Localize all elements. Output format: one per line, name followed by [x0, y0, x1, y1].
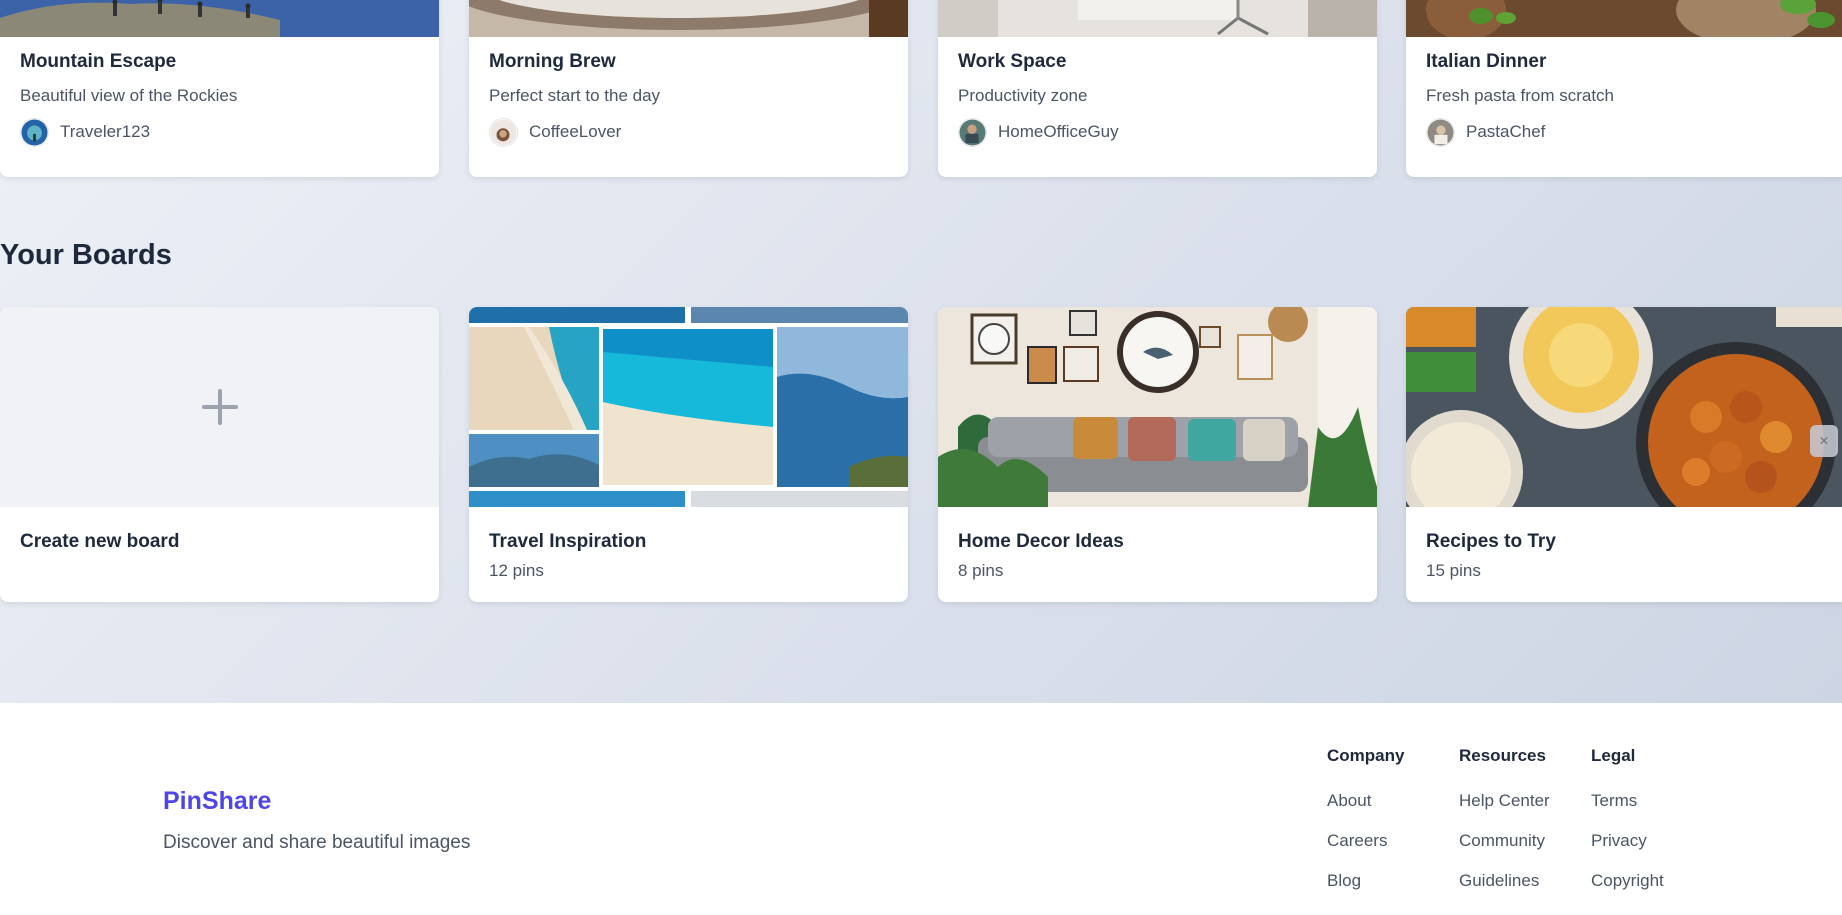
author-name: PastaChef	[1466, 122, 1546, 141]
section-title: Your Boards	[0, 239, 172, 271]
pin-author[interactable]: CoffeeLover	[489, 117, 621, 147]
pin-author[interactable]: Traveler123	[20, 117, 150, 147]
avatar	[1426, 117, 1455, 147]
board-title: Home Decor Ideas	[958, 531, 1124, 552]
footer-column-heading: Legal	[1591, 746, 1636, 765]
footer-link-privacy[interactable]: Privacy	[1591, 831, 1664, 852]
footer-column-legal: Legal Terms Privacy Copyright	[1591, 746, 1664, 911]
pin-image[interactable]	[0, 0, 439, 37]
main-content: Mountain Escape Beautiful view of the Ro…	[0, 0, 1842, 703]
pin-title: Mountain Escape	[20, 51, 177, 72]
avatar	[20, 117, 49, 147]
pin-image[interactable]	[469, 0, 908, 37]
board-pin-count: 15 pins	[1426, 561, 1481, 580]
pin-description: Beautiful view of the Rockies	[20, 86, 238, 105]
pin-description: Productivity zone	[958, 86, 1088, 105]
footer-link-about[interactable]: About	[1327, 791, 1404, 812]
scroll-right-button[interactable]: ✕	[1810, 425, 1838, 457]
chevron-right-icon: ✕	[1818, 434, 1830, 448]
footer-column-heading: Company	[1327, 746, 1405, 765]
avatar	[489, 117, 518, 147]
board-cover	[938, 307, 1377, 507]
create-board-card[interactable]: Create new board	[0, 307, 439, 602]
pin-card[interactable]: Morning Brew Perfect start to the day Co…	[469, 0, 908, 177]
board-card[interactable]: Travel Inspiration 12 pins	[469, 307, 908, 602]
pin-card[interactable]: Work Space Productivity zone HomeOfficeG…	[938, 0, 1377, 177]
pin-author[interactable]: HomeOfficeGuy	[958, 117, 1119, 147]
board-card[interactable]: ✕ Recipes to Try 15 pins	[1406, 307, 1842, 602]
author-name: CoffeeLover	[529, 122, 622, 141]
pin-image[interactable]	[938, 0, 1377, 37]
pin-title: Morning Brew	[489, 51, 616, 72]
footer-column-resources: Resources Help Center Community Guidelin…	[1459, 746, 1550, 911]
footer-link-terms[interactable]: Terms	[1591, 791, 1664, 812]
pin-author[interactable]: PastaChef	[1426, 117, 1545, 147]
pin-description: Perfect start to the day	[489, 86, 661, 105]
board-card[interactable]: Home Decor Ideas 8 pins	[938, 307, 1377, 602]
pin-description: Fresh pasta from scratch	[1426, 86, 1615, 105]
pin-title: Italian Dinner	[1426, 51, 1547, 72]
footer-link-careers[interactable]: Careers	[1327, 831, 1404, 852]
board-title: Recipes to Try	[1426, 531, 1556, 552]
create-board-cover[interactable]	[0, 307, 439, 507]
board-title: Travel Inspiration	[489, 531, 647, 552]
pin-card[interactable]: Mountain Escape Beautiful view of the Ro…	[0, 0, 439, 177]
plus-icon	[201, 389, 238, 425]
pin-image[interactable]	[1406, 0, 1842, 37]
footer-tagline: Discover and share beautiful images	[163, 832, 471, 853]
site-footer: PinShare Discover and share beautiful im…	[0, 703, 1842, 915]
avatar	[958, 117, 987, 147]
board-cover	[469, 307, 908, 507]
pin-title: Work Space	[958, 51, 1067, 72]
footer-link-blog[interactable]: Blog	[1327, 871, 1404, 892]
footer-column-company: Company About Careers Blog	[1327, 746, 1404, 911]
pin-card[interactable]: Italian Dinner Fresh pasta from scratch …	[1406, 0, 1842, 177]
author-name: HomeOfficeGuy	[998, 122, 1119, 141]
author-name: Traveler123	[60, 122, 151, 141]
board-pin-count: 12 pins	[489, 561, 544, 580]
footer-link-community[interactable]: Community	[1459, 831, 1550, 852]
board-pin-count: 8 pins	[958, 561, 1004, 580]
create-board-label: Create new board	[20, 531, 180, 552]
footer-link-guidelines[interactable]: Guidelines	[1459, 871, 1550, 892]
footer-link-help-center[interactable]: Help Center	[1459, 791, 1550, 812]
footer-column-heading: Resources	[1459, 746, 1546, 765]
footer-brand-logo[interactable]: PinShare	[163, 787, 271, 816]
board-cover	[1406, 307, 1842, 507]
footer-link-copyright[interactable]: Copyright	[1591, 871, 1664, 892]
